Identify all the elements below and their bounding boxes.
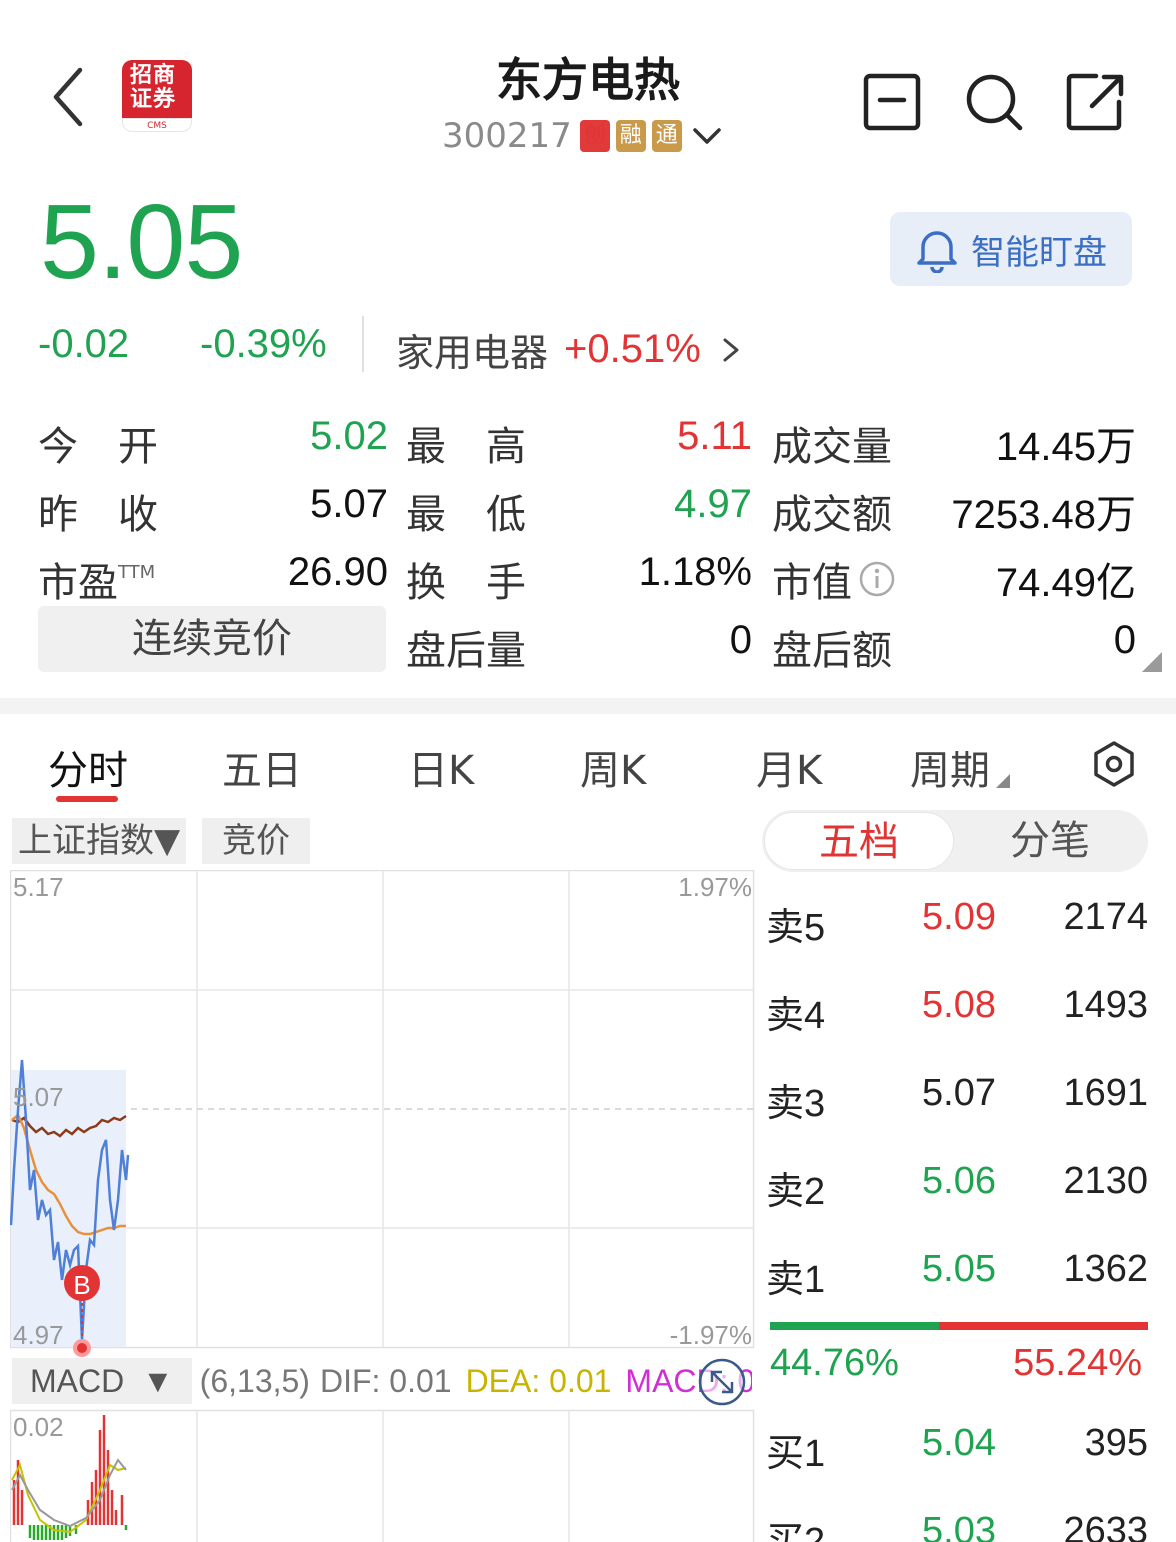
price-change: -0.02 [38, 322, 130, 366]
minimize-button[interactable] [862, 72, 922, 132]
stock-name: 东方电热 [496, 53, 680, 107]
stock-code-selector[interactable]: 300217 创 融 通 [442, 114, 722, 158]
tab-tick-detail[interactable]: 分笔 [954, 812, 1146, 870]
bid-row-1: 买1 5.04 395 [766, 1422, 1148, 1475]
index-selector[interactable]: 上证指数▼ [12, 818, 187, 864]
pct-axis-bottom-label: -1.97% [670, 1320, 752, 1350]
dropdown-corner-icon [996, 774, 1010, 788]
low-value: 4.97 [674, 482, 752, 526]
auction-chip[interactable]: 竞价 [202, 818, 310, 864]
search-icon [966, 74, 1023, 131]
market-cap-label[interactable]: 市值 [772, 550, 896, 608]
y-axis-top-label: 5.17 [13, 872, 64, 902]
sell-ratio-fill [939, 1322, 1148, 1330]
tab-five-day[interactable]: 五日 [222, 738, 302, 796]
tab-daily-k[interactable]: 日K [408, 738, 474, 796]
turnover-rate-value: 1.18% [638, 550, 752, 594]
volume-label: 成交量 [772, 424, 892, 470]
smart-watch-button[interactable]: 智能盯盘 [890, 212, 1132, 286]
macd-params: (6,13,5) [199, 1362, 310, 1399]
y-axis-mid-label: 5.07 [13, 1082, 64, 1112]
macd-dif: DIF: 0.01 [319, 1362, 452, 1399]
buy-ratio-fill [770, 1322, 940, 1330]
settings-hexagon-icon [1094, 741, 1134, 787]
turnover-amount-value: 7253.48万 [951, 493, 1136, 537]
after-hours-volume-label: 盘后量 [406, 628, 526, 674]
macd-y-top-label: 0.02 [13, 1412, 64, 1442]
pe-label: 市盈TTM [38, 560, 156, 606]
sector-pct: +0.51% [564, 327, 701, 371]
pe-superscript: TTM [118, 562, 156, 583]
smart-watch-label: 智能盯盘 [971, 232, 1107, 273]
macd-indicator-bar: MACD ▼ (6,13,5) DIF: 0.01 DEA: 0.01 MACD… [12, 1358, 752, 1404]
tab-monthly-k[interactable]: 月K [756, 738, 822, 796]
sector-link[interactable]: 家用电器 +0.51% [396, 322, 743, 377]
low-label: 最 低 [406, 492, 526, 538]
ask-row-2: 卖2 5.06 2130 [766, 1160, 1148, 1213]
ask-row-5: 卖5 5.09 2174 [766, 896, 1148, 949]
tab-intraday[interactable]: 分时 [48, 738, 128, 796]
ask-row-1: 卖1 5.05 1362 [766, 1248, 1148, 1301]
high-value: 5.11 [677, 414, 752, 458]
volume-value: 14.45万 [995, 425, 1136, 469]
chart-settings-button[interactable] [1090, 740, 1138, 792]
after-hours-volume-value: 0 [729, 618, 752, 662]
divider [362, 316, 364, 372]
turnover-amount-label: 成交额 [772, 492, 892, 538]
share-button[interactable] [1066, 72, 1126, 132]
pct-axis-top-label: 1.97% [678, 872, 752, 902]
market-cap-value: 74.49亿 [995, 561, 1136, 605]
expand-corner-icon[interactable] [1142, 652, 1162, 672]
broker-logo: 招商 证券 CMS [122, 60, 192, 132]
chevron-right-icon [723, 338, 739, 361]
search-button[interactable] [964, 72, 1024, 132]
turnover-rate-label: 换 手 [406, 560, 526, 606]
bid-row-2: 买2 5.03 2633 [766, 1510, 1148, 1542]
macd-dea: DEA: 0.01 [465, 1362, 612, 1399]
expand-arrows-icon [698, 1358, 746, 1406]
intraday-chart[interactable]: B 5.17 5.07 4.97 1.97% -1.97% 0.02 [10, 870, 756, 1542]
expand-chart-button[interactable] [698, 1358, 746, 1406]
back-button[interactable] [44, 62, 96, 132]
price-change-pct: -0.39% [200, 322, 327, 366]
info-icon[interactable] [858, 560, 896, 598]
chevron-left-icon [53, 67, 83, 127]
open-label: 今 开 [38, 424, 158, 470]
prev-close-label: 昨 收 [38, 492, 158, 538]
tab-active-indicator [56, 796, 118, 802]
macd-selector[interactable]: MACD ▼ [12, 1358, 192, 1404]
ask-row-3: 卖3 5.07 1691 [766, 1072, 1148, 1125]
prev-close-value: 5.07 [310, 482, 388, 526]
tag-rong-badge: 融 [615, 120, 646, 152]
high-label: 最 高 [406, 424, 526, 470]
y-axis-bottom-label: 4.97 [13, 1320, 64, 1350]
svg-text:B: B [73, 1270, 90, 1300]
tab-five-levels[interactable]: 五档 [764, 812, 954, 870]
tab-period[interactable]: 周期 [910, 738, 1010, 796]
ask-row-4: 卖4 5.08 1493 [766, 984, 1148, 1037]
pe-value: 26.90 [287, 550, 388, 594]
buy-ratio-text: 44.76% [770, 1342, 899, 1384]
current-price: 5.05 [40, 183, 243, 301]
tab-weekly-k[interactable]: 周K [580, 738, 646, 796]
share-icon [1066, 73, 1124, 131]
after-hours-amount-value: 0 [1113, 618, 1136, 662]
tag-chuang-badge: 创 [579, 120, 610, 152]
sell-ratio-text: 55.24% [1013, 1342, 1142, 1384]
section-separator [0, 698, 1176, 714]
buy-sell-ratio-bar [770, 1322, 1148, 1330]
sector-name: 家用电器 [396, 331, 549, 375]
tag-tong-badge: 通 [651, 120, 682, 152]
chevron-down-icon [693, 128, 721, 144]
after-hours-amount-label: 盘后额 [772, 628, 892, 674]
minus-box-icon [863, 73, 921, 131]
orderbook-segment: 五档 分笔 [762, 810, 1148, 872]
continuous-auction-button[interactable]: 连续竞价 [38, 606, 386, 672]
stock-code: 300217 [442, 116, 572, 156]
bell-icon [917, 231, 957, 273]
open-value: 5.02 [310, 414, 388, 458]
